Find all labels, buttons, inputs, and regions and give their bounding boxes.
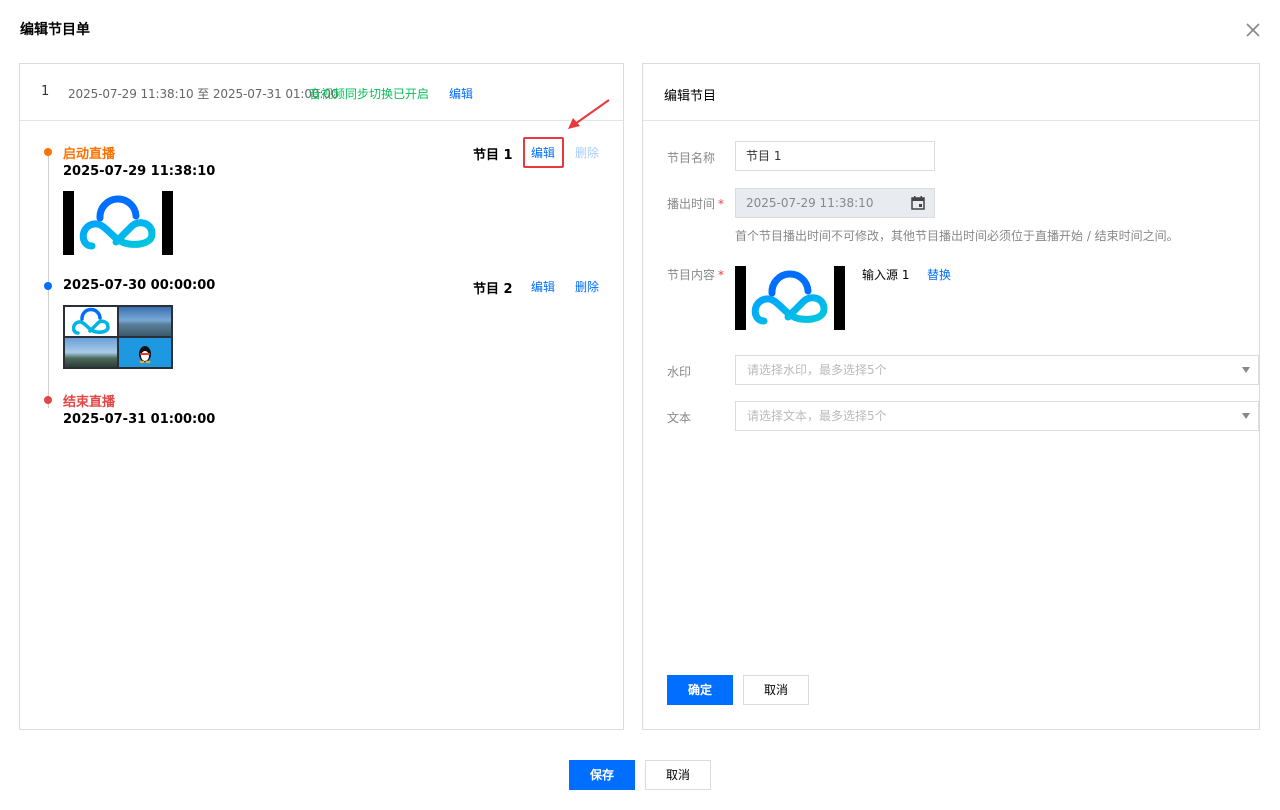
- grid-cell-penguin: [119, 338, 171, 367]
- schedule-edit-link[interactable]: 编辑: [449, 85, 473, 102]
- schedule-panel: 1 2025-07-29 11:38:10 至 2025-07-31 01:00…: [19, 63, 624, 730]
- editor-header: 编辑节目: [643, 64, 1259, 121]
- confirm-button[interactable]: 确定: [667, 675, 733, 705]
- air-time-value: 2025-07-29 11:38:10: [746, 196, 874, 210]
- grid-cell-sea-photo: [119, 307, 171, 336]
- air-time-input: 2025-07-29 11:38:10: [735, 188, 935, 218]
- program-2-thumbnail[interactable]: [63, 305, 173, 369]
- cancel-button[interactable]: 取消: [645, 760, 711, 790]
- cloud-logo-icon: [751, 270, 828, 325]
- air-time-label: 播出时间 *: [667, 195, 724, 212]
- timeline-dot-end: [44, 396, 52, 404]
- timeline-dot-start: [44, 148, 52, 156]
- dialog-title: 编辑节目单: [20, 22, 90, 38]
- program-1-thumbnail[interactable]: [63, 191, 173, 255]
- sync-status: 音视频同步切换已开启: [309, 87, 430, 101]
- timeline-line: [48, 153, 49, 408]
- end-live-label: 结束直播: [63, 395, 116, 410]
- air-time-hint: 首个节目播出时间不可修改，其他节目播出时间必须位于直播开始 / 结束时间之间。: [735, 229, 1179, 243]
- cloud-logo-icon: [71, 307, 110, 335]
- air-time-label-text: 播出时间: [667, 197, 716, 211]
- letterbox-right: [162, 191, 173, 255]
- letterbox-left: [735, 266, 746, 330]
- cloud-logo-icon: [79, 195, 156, 250]
- required-mark: *: [718, 268, 725, 282]
- program-1-name: 节目 1: [473, 148, 513, 163]
- annotation-arrow-icon: [568, 99, 610, 129]
- calendar-icon: [911, 196, 925, 210]
- program-2-name: 节目 2: [473, 282, 513, 297]
- input-source-name: 输入源 1: [862, 268, 910, 282]
- required-mark: *: [718, 197, 725, 211]
- program-2-edit-link[interactable]: 编辑: [531, 278, 555, 295]
- program-1-delete-link: 删除: [575, 146, 600, 160]
- watermark-label: 水印: [667, 365, 692, 379]
- content-label-text: 节目内容: [667, 268, 716, 282]
- timeline-dot-program-2: [44, 282, 52, 290]
- program-2-time: 2025-07-30 00:00:00: [63, 278, 216, 293]
- grid-cell-logo: [65, 307, 117, 336]
- content-label: 节目内容 *: [667, 266, 724, 283]
- watermark-select[interactable]: 请选择水印，最多选择5个: [735, 355, 1259, 385]
- start-live-label: 启动直播: [63, 147, 116, 162]
- edit-schedule-dialog: 编辑节目单 1 2025-07-29 11:38:10 至 2025-07-31…: [0, 0, 1280, 810]
- program-name-input[interactable]: 节目 1: [735, 141, 935, 171]
- program-editor-panel: 编辑节目 节目名称 节目 1 播出时间 * 2025-07-29 11:38:10…: [642, 63, 1260, 730]
- text-select[interactable]: 请选择文本，最多选择5个: [735, 401, 1259, 431]
- end-time: 2025-07-31 01:00:00: [63, 412, 216, 427]
- penguin-icon: [139, 346, 151, 364]
- save-button[interactable]: 保存: [569, 760, 635, 790]
- schedule-range: 2025-07-29 11:38:10 至 2025-07-31 01:00:0…: [68, 87, 339, 101]
- schedule-header: 1 2025-07-29 11:38:10 至 2025-07-31 01:00…: [20, 64, 623, 121]
- schedule-index: 1: [41, 84, 50, 99]
- editor-title: 编辑节目: [664, 89, 717, 104]
- chevron-down-icon: [1242, 367, 1250, 373]
- replace-source-link[interactable]: 替换: [927, 266, 951, 283]
- program-name-label: 节目名称: [667, 151, 716, 165]
- content-thumbnail: [735, 266, 845, 330]
- program-2-delete-link[interactable]: 删除: [575, 278, 599, 295]
- text-label: 文本: [667, 411, 692, 425]
- program-1-edit-link[interactable]: 编辑: [531, 144, 555, 161]
- start-time: 2025-07-29 11:38:10: [63, 164, 216, 179]
- watermark-placeholder: 请选择水印，最多选择5个: [747, 363, 887, 377]
- editor-cancel-button[interactable]: 取消: [743, 675, 809, 705]
- text-placeholder: 请选择文本，最多选择5个: [747, 409, 887, 423]
- letterbox-right: [834, 266, 845, 330]
- letterbox-left: [63, 191, 74, 255]
- chevron-down-icon: [1242, 413, 1250, 419]
- grid-cell-landscape-photo: [65, 338, 117, 367]
- close-icon[interactable]: [1244, 21, 1262, 39]
